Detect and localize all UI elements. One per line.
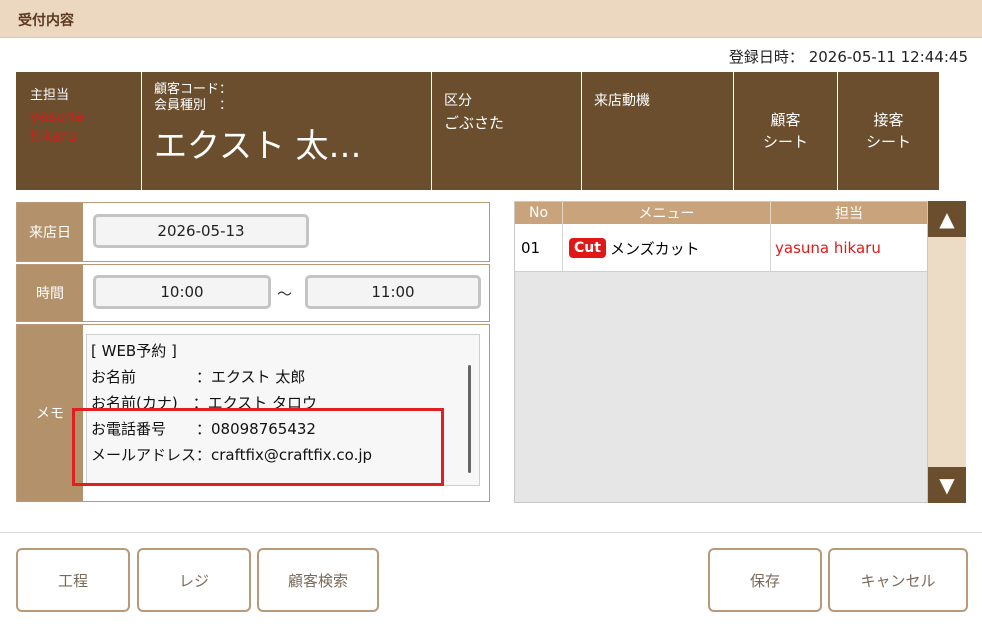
column-header-no: No [515, 202, 563, 224]
row-staff: yasuna hikaru [775, 239, 881, 257]
start-time-field[interactable]: 10:00 [93, 275, 271, 309]
registration-value: 2026-05-11 12:44:45 [808, 48, 968, 66]
customer-sheet-label-2: シート [762, 133, 808, 151]
time-separator: ～ [277, 285, 293, 303]
highlight-box [72, 408, 444, 486]
table-scrollbar[interactable]: ▲ ▼ [928, 201, 966, 503]
cancel-button[interactable]: キャンセル [828, 548, 968, 612]
end-time-field[interactable]: 11:00 [305, 275, 481, 309]
footer-divider [0, 532, 982, 533]
cut-badge: Cut [569, 238, 606, 258]
service-sheet-label-1: 接客 [873, 111, 904, 129]
customer-sheet-label-1: 顧客 [770, 111, 801, 129]
category-value: ごぶさた [444, 114, 505, 132]
table-header: No メニュー 担当 [515, 202, 927, 224]
visit-motive-panel[interactable]: 来店動機 [582, 72, 734, 190]
registration-datetime: 登録日時： 2026-05-11 12:44:45 [729, 46, 968, 67]
row-no: 01 [515, 224, 563, 272]
service-sheet-button[interactable]: 接客 シート [838, 72, 939, 190]
visit-date-label: 来店日 [17, 203, 83, 261]
time-label: 時間 [17, 265, 83, 321]
process-button[interactable]: 工程 [16, 548, 130, 612]
customer-search-button[interactable]: 顧客検索 [257, 548, 379, 612]
triangle-down-icon[interactable]: ▼ [928, 467, 966, 503]
category-panel[interactable]: 区分 ごぶさた [432, 72, 582, 190]
main-staff-name: yasuna hikaru [30, 107, 85, 145]
column-header-menu: メニュー [563, 202, 771, 224]
customer-panel[interactable]: 顧客コード： 会員種別 ： エクスト 太… [142, 72, 432, 190]
customer-name: エクスト 太… [154, 126, 362, 165]
main-staff-panel[interactable]: 主担当 yasuna hikaru [16, 72, 142, 190]
triangle-up-icon[interactable]: ▲ [928, 201, 966, 237]
reception-window: 受付内容 登録日時： 2026-05-11 12:44:45 主担当 yasun… [0, 0, 982, 632]
window-title: 受付内容 [18, 13, 74, 29]
row-menu-name: メンズカット [609, 239, 700, 258]
memo-line: お名前 ：エクスト 太郎 [91, 368, 306, 386]
menu-table: No メニュー 担当 01 Cut メンズカット yasuna hikaru [514, 201, 928, 503]
time-row: 時間 10:00 ～ 11:00 [16, 264, 490, 322]
column-header-staff: 担当 [835, 206, 863, 222]
member-type-label: 会員種別 ： [154, 98, 233, 113]
title-bar: 受付内容 [0, 0, 982, 38]
register-button[interactable]: レジ [137, 548, 251, 612]
save-button[interactable]: 保存 [708, 548, 822, 612]
visit-motive-label: 来店動機 [594, 93, 650, 109]
service-sheet-label-2: シート [865, 133, 911, 151]
category-label: 区分 [444, 93, 472, 109]
customer-code-label: 顧客コード： [154, 82, 233, 97]
row-menu-cell: Cut メンズカット [563, 224, 771, 272]
main-staff-label: 主担当 [30, 88, 70, 103]
memo-line: [ WEB予約 ] [91, 342, 177, 360]
table-row[interactable]: 01 Cut メンズカット yasuna hikaru [515, 224, 927, 272]
memo-scrollbar[interactable] [468, 365, 471, 473]
visit-date-field[interactable]: 2026-05-13 [93, 214, 309, 248]
registration-label: 登録日時： [728, 48, 804, 66]
customer-sheet-button[interactable]: 顧客 シート [734, 72, 838, 190]
visit-date-row: 来店日 2026-05-13 [16, 202, 490, 262]
